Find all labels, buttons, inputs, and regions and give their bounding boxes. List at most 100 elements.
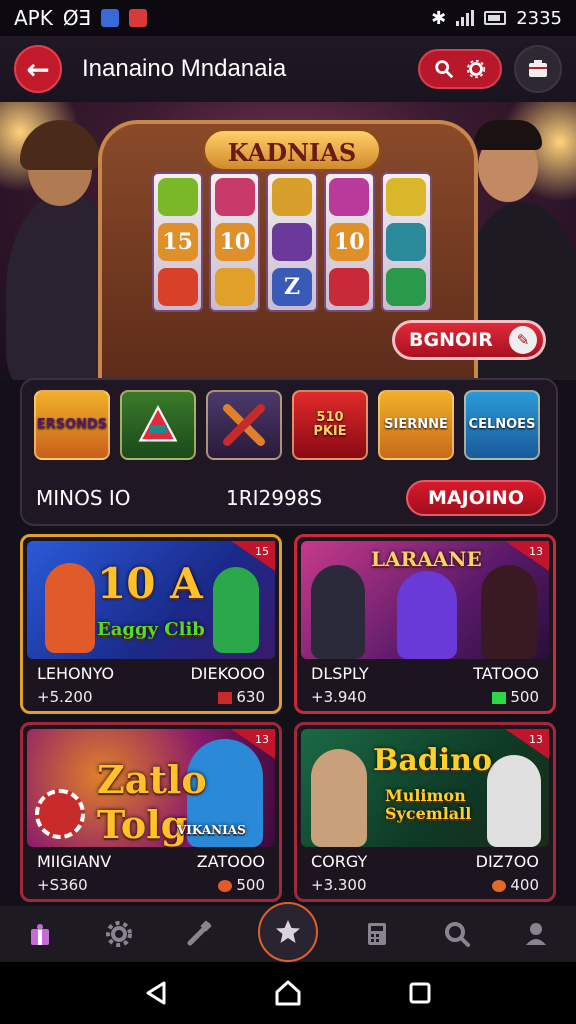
- search-icon[interactable]: [433, 58, 455, 80]
- game-art-title: 10 A: [97, 559, 203, 608]
- reel: 10: [209, 172, 261, 312]
- character-figure: [311, 749, 367, 847]
- game-label-right: TATOOO: [473, 663, 539, 683]
- bonus-button[interactable]: BGNOIR ✎: [392, 320, 546, 360]
- nav-calculator[interactable]: [357, 914, 397, 954]
- wallet-button[interactable]: [514, 45, 562, 93]
- category-tile[interactable]: ERSONDS: [34, 390, 110, 460]
- system-nav-bar: [0, 962, 576, 1024]
- reel-symbol: [272, 177, 312, 216]
- back-button[interactable]: ←: [14, 45, 62, 93]
- category-tiles: ERSONDS 510 PKIE SIERNNE CELNOES: [34, 390, 540, 460]
- search-settings-pill[interactable]: [418, 49, 502, 89]
- game-amount: +3.940: [311, 688, 367, 706]
- home-icon[interactable]: [274, 979, 302, 1007]
- category-tile[interactable]: 510 PKIE: [292, 390, 368, 460]
- profile-icon: [526, 923, 547, 945]
- nav-search[interactable]: [437, 914, 477, 954]
- category-tile-label: CELNOES: [468, 416, 536, 432]
- status-bar: APK ØƎ ✱ 2335: [0, 0, 576, 36]
- search-icon: [444, 922, 470, 947]
- slot-reels: 15 10 Z 10: [152, 172, 433, 312]
- category-panel: ERSONDS 510 PKIE SIERNNE CELNOES MINOS I…: [20, 378, 558, 526]
- game-value-right: 630: [236, 688, 265, 706]
- game-label-right: DIEKOOO: [190, 663, 265, 683]
- gear-icon: [106, 921, 133, 947]
- right-player-hair: [474, 120, 542, 150]
- cross-ribbon-icon: [223, 404, 265, 446]
- page-title: Inanaino Mndanaia: [82, 55, 287, 82]
- notification-icon: [101, 9, 120, 27]
- game-art-title: Badino: [373, 743, 492, 778]
- reel-symbol: [157, 268, 198, 307]
- game-card-art: LARAANE: [301, 541, 549, 659]
- game-label-right: ZATOOO: [196, 851, 265, 871]
- bluetooth-icon: ✱: [431, 7, 447, 29]
- heart-icon: [218, 879, 233, 892]
- gem-icon: [492, 691, 507, 704]
- app-bar: ← Inanaino Mndanaia: [0, 36, 576, 102]
- character-figure: [213, 567, 259, 653]
- character-figure: [481, 565, 537, 659]
- game-card[interactable]: LARAANE 13 DLSPLY TATOOO +3.940 500: [294, 534, 556, 714]
- game-name: MIIGIANV: [37, 851, 112, 871]
- game-card-art: Badino Mulimon Sycemlall: [301, 729, 549, 847]
- gift-icon: [30, 924, 49, 945]
- game-card-art: Zatlo Tolg VIKANIAS: [27, 729, 275, 847]
- category-tile[interactable]: SIERNNE: [378, 390, 454, 460]
- game-meta: DLSPLY TATOOO +3.940 500: [311, 661, 539, 709]
- game-amount: +5.200: [37, 688, 93, 706]
- category-tile[interactable]: [120, 390, 196, 460]
- reel-symbol: [272, 222, 312, 261]
- game-art-subtitle: Eaggy Clib: [97, 619, 205, 640]
- game-value-right: 500: [236, 876, 265, 894]
- game-card[interactable]: Zatlo Tolg VIKANIAS 13 MIIGIANV ZATOOO +S…: [20, 722, 282, 902]
- hero-banner[interactable]: KADNIAS 15 10 Z 10 BGNOIR ✎: [0, 102, 576, 380]
- nav-profile[interactable]: [516, 914, 556, 954]
- reel-symbol: 10: [329, 222, 370, 261]
- status-extra-label: ØƎ: [62, 6, 92, 30]
- star-icon: [275, 920, 300, 943]
- game-name: LEHONYO: [37, 663, 115, 683]
- reel-symbol: [329, 268, 370, 307]
- category-summary-row: MINOS IO 1RI2998S MAJOINO: [36, 480, 546, 516]
- reel-symbol: [386, 268, 427, 307]
- status-time: 2335: [516, 7, 562, 29]
- reel: 15: [152, 172, 204, 312]
- reel-symbol: [214, 268, 255, 307]
- game-card[interactable]: 10 A Eaggy Clib 15 LEHONYO DIEKOOO +5.200…: [20, 534, 282, 714]
- nav-gift[interactable]: [20, 914, 60, 954]
- nav-tools[interactable]: [179, 914, 219, 954]
- reel-symbol: [386, 222, 427, 261]
- category-summary-count: 1RI2998S: [226, 486, 323, 510]
- poker-chip-icon: [35, 789, 85, 839]
- game-meta: CORGY DIZ7OO +3.300 400: [311, 849, 539, 897]
- game-label-right: DIZ7OO: [475, 851, 539, 871]
- game-art-subtitle: VIKANIAS: [177, 823, 246, 837]
- bottom-nav: [0, 902, 576, 962]
- gear-icon[interactable]: [465, 58, 487, 80]
- reel-symbol: [157, 177, 198, 216]
- game-name: DLSPLY: [311, 663, 369, 683]
- nav-favorites[interactable]: [257, 902, 318, 962]
- category-tile-label: ERSONDS: [36, 416, 108, 432]
- back-triangle-icon[interactable]: [142, 979, 170, 1007]
- recents-icon[interactable]: [406, 979, 434, 1007]
- category-tile-label: SIERNNE: [384, 416, 448, 432]
- card-suit-icon: [138, 405, 178, 442]
- coin-icon: [492, 879, 507, 892]
- wallet-icon: [529, 60, 547, 77]
- category-tile[interactable]: CELNOES: [464, 390, 540, 460]
- game-card[interactable]: Badino Mulimon Sycemlall 13 CORGY DIZ7OO …: [294, 722, 556, 902]
- game-meta: LEHONYO DIEKOOO +5.200 630: [37, 661, 265, 709]
- character-figure: [311, 565, 365, 659]
- category-action-button[interactable]: MAJOINO: [406, 480, 546, 516]
- reel-symbol: [386, 177, 427, 216]
- pencil-icon: ✎: [509, 326, 537, 354]
- slot-machine-title: KADNIAS: [202, 128, 382, 172]
- notification-icon-2: [129, 9, 148, 27]
- game-value-right: 400: [510, 876, 539, 894]
- category-tile[interactable]: [206, 390, 282, 460]
- game-amount: +S360: [37, 876, 88, 894]
- nav-settings[interactable]: [99, 914, 139, 954]
